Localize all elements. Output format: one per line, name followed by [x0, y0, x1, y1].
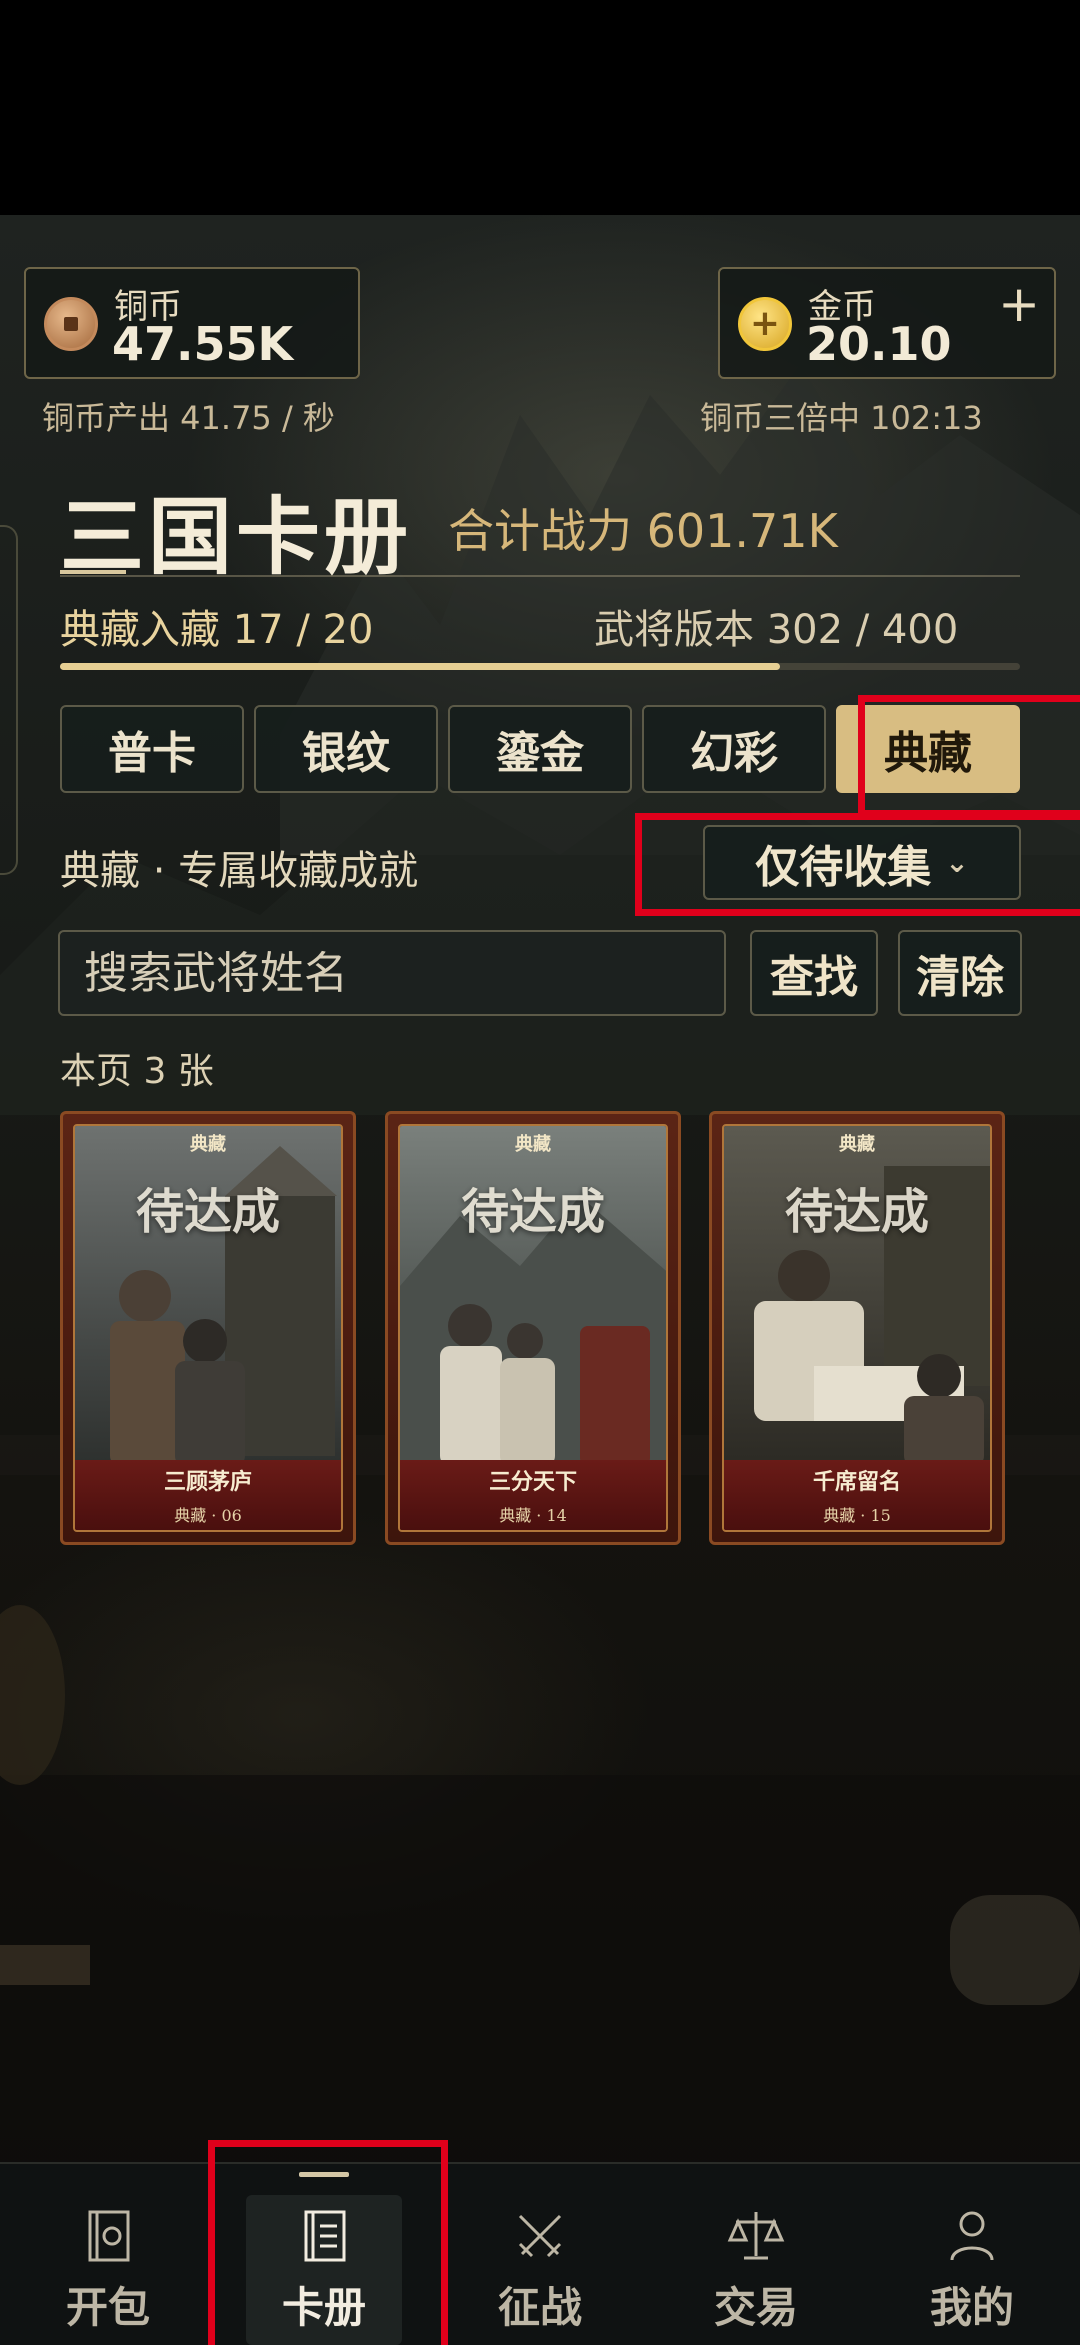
nav-pack[interactable]: 开包 [0, 2162, 216, 2345]
card-tag: 典藏 [190, 1134, 226, 1155]
status-bar-area [0, 0, 1080, 215]
filter-label: 仅待收集 [755, 841, 932, 893]
nav-label: 我的 [929, 2283, 1014, 2332]
card-tag: 典藏 [839, 1134, 875, 1155]
scales-icon [727, 2212, 785, 2260]
chevron-down-icon: ⌄ [945, 846, 969, 879]
card-status: 待达成 [460, 1184, 605, 1240]
title-underline [60, 570, 126, 574]
card-frame: 典藏 待达成 三顾茅庐 典藏 · 06 [73, 1124, 343, 1532]
copper-balance: 铜币 47.55K [24, 267, 360, 379]
card-number: 典藏 · 06 [174, 1506, 242, 1525]
card-frame: 典藏 待达成 三分天下 典藏 · 14 [398, 1124, 668, 1532]
total-power: 合计战力 601.71K [448, 504, 838, 558]
copper-rate: 铜币产出 41.75 / 秒 [42, 399, 335, 437]
nav-album[interactable]: 卡册 [216, 2162, 432, 2345]
copper-coin-icon [44, 297, 98, 351]
crossed-swords-icon [518, 2214, 562, 2258]
rarity-tabs: 普卡 银纹 鎏金 幻彩 典藏 [60, 705, 1020, 793]
collection-progress-label: 典藏入藏 17 / 20 [60, 607, 374, 653]
card-status: 待达成 [784, 1184, 929, 1240]
card-frame: 典藏 待达成 千席留名 典藏 · 15 [722, 1124, 992, 1532]
card-name: 三分天下 [488, 1469, 577, 1495]
card-nameplate: 三顾茅庐 典藏 · 06 [75, 1460, 341, 1530]
card-item[interactable]: 典藏 待达成 三顾茅庐 典藏 · 06 [60, 1111, 356, 1545]
progress-fill [60, 663, 780, 670]
card-nameplate: 三分天下 典藏 · 14 [400, 1460, 666, 1530]
page-count: 本页 3 张 [60, 1051, 214, 1092]
card-item[interactable]: 典藏 待达成 三分天下 典藏 · 14 [385, 1111, 681, 1545]
filter-dropdown[interactable]: 仅待收集 ⌄ [703, 825, 1021, 900]
nav-battle[interactable]: 征战 [432, 2162, 648, 2345]
nav-trade[interactable]: 交易 [648, 2162, 864, 2345]
card-tag: 典藏 [515, 1134, 551, 1155]
card-name: 三顾茅庐 [163, 1469, 252, 1495]
find-button[interactable]: 查找 [750, 930, 878, 1016]
card-status: 待达成 [135, 1184, 280, 1240]
gold-value: 20.10 [806, 317, 952, 371]
tab-collection[interactable]: 典藏 [836, 705, 1020, 793]
gold-coin-icon: + [738, 297, 792, 351]
card-item[interactable]: 典藏 待达成 千席留名 典藏 · 15 [709, 1111, 1005, 1545]
gold-balance: + 金币 20.10 + [718, 267, 1056, 379]
copper-value: 47.55K [112, 317, 294, 371]
card-name: 千席留名 [812, 1469, 901, 1495]
nav-label: 征战 [497, 2283, 582, 2332]
tab-iridescent[interactable]: 幻彩 [642, 705, 826, 793]
copper-boost-timer: 铜币三倍中 102:13 [700, 399, 983, 437]
tab-silver[interactable]: 银纹 [254, 705, 438, 793]
collection-progress-bar [60, 663, 1020, 670]
section-label: 典藏 · 专属收藏成就 [60, 848, 419, 894]
tab-gilded[interactable]: 鎏金 [448, 705, 632, 793]
card-nameplate: 千席留名 典藏 · 15 [724, 1460, 990, 1530]
divider [60, 575, 1020, 577]
user-icon [950, 2211, 994, 2261]
search-input[interactable] [58, 930, 726, 1016]
nav-label: 交易 [713, 2283, 798, 2332]
nav-label: 卡册 [281, 2283, 366, 2332]
pack-icon [88, 2210, 130, 2262]
nav-label: 开包 [65, 2283, 150, 2332]
side-rail [0, 525, 18, 875]
add-gold-button[interactable]: + [998, 275, 1040, 333]
tab-common[interactable]: 普卡 [60, 705, 244, 793]
card-number: 典藏 · 15 [823, 1506, 891, 1525]
clear-button[interactable]: 清除 [898, 930, 1022, 1016]
card-number: 典藏 · 14 [499, 1506, 567, 1525]
version-progress-label: 武将版本 302 / 400 [594, 607, 959, 653]
album-icon [304, 2210, 346, 2262]
nav-profile[interactable]: 我的 [864, 2162, 1080, 2345]
